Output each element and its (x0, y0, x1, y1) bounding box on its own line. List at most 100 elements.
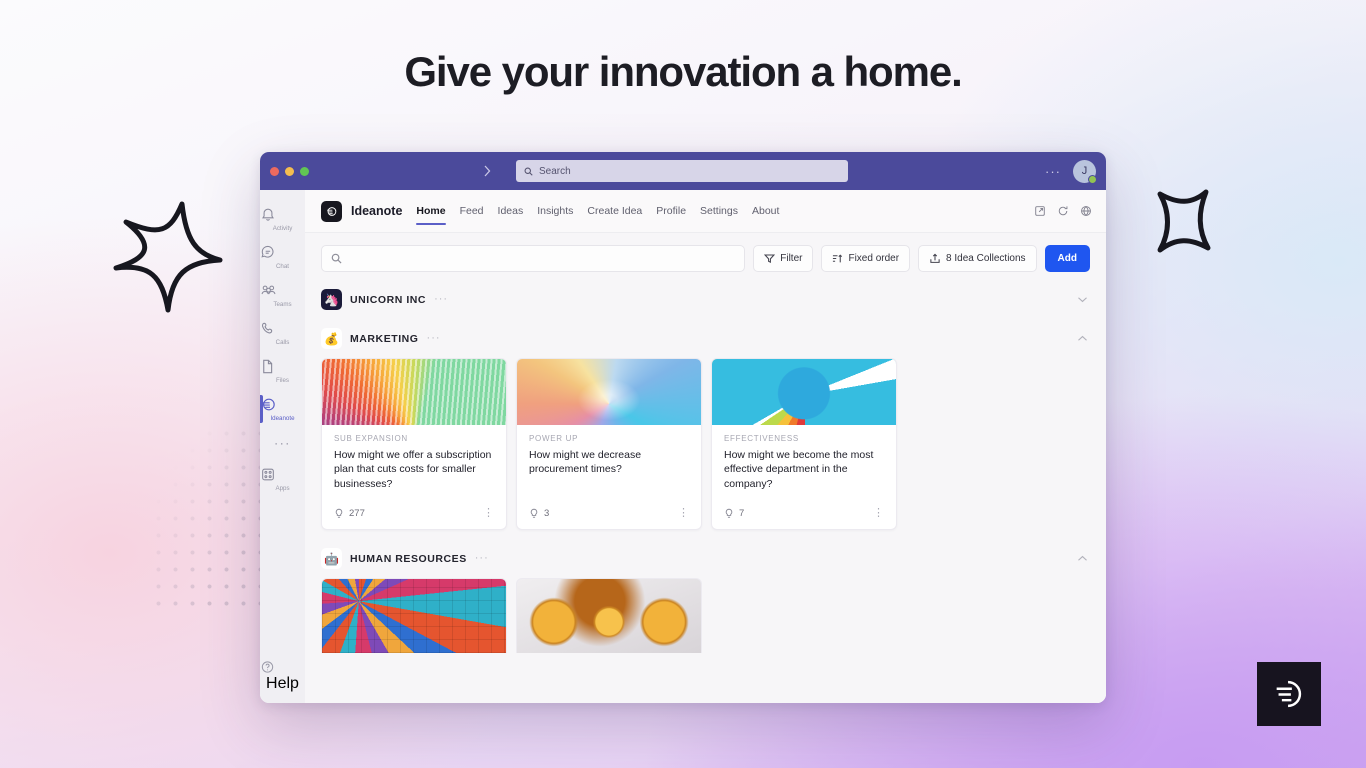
page-headline: Give your innovation a home. (404, 48, 962, 95)
filter-label: Filter (780, 253, 803, 264)
card-footer: 7 ⋮ (712, 499, 896, 529)
sidebar-label-files: Files (275, 377, 290, 384)
nav-arrows: chevron-left-icon (465, 165, 492, 177)
sidebar-item-help[interactable]: Help (260, 659, 305, 693)
sidebar-item-calls[interactable]: Calls (260, 313, 305, 351)
ideas-search-input[interactable] (321, 245, 746, 272)
card-thumbnail-winding-path (517, 359, 701, 425)
card-count-value: 277 (349, 508, 365, 520)
card-menu-icon[interactable]: ⋮ (678, 508, 689, 519)
card-idea-count: 3 (529, 508, 549, 519)
minimize-window-button[interactable] (285, 166, 294, 176)
filter-button[interactable]: Filter (753, 245, 814, 272)
tab-profile[interactable]: Profile (656, 190, 686, 232)
section-marketing[interactable]: 💰 MARKETING ··· (321, 328, 1090, 349)
app-content: Ideanote Home Feed Ideas Insights Create… (305, 190, 1106, 703)
tab-ideas[interactable]: Ideas (498, 190, 524, 232)
sidebar-label-activity: Activity (272, 225, 293, 232)
section-human-resources[interactable]: 🤖 HUMAN RESOURCES ··· (321, 548, 1090, 570)
app-name: Ideanote (351, 204, 403, 218)
card-thumbnail-people-collage[interactable] (321, 578, 507, 654)
global-search-placeholder: Search (539, 165, 571, 177)
unicorn-icon: 🦄 (321, 289, 342, 310)
app-header-icons (1034, 205, 1092, 217)
sort-button[interactable]: Fixed order (821, 245, 911, 272)
app-window: chevron-left-icon Search ··· J (260, 152, 1106, 703)
card-title: How might we become the most effective d… (724, 449, 874, 490)
star-decoration-left (108, 188, 226, 318)
lightbulb-icon (725, 508, 733, 518)
app-header: Ideanote Home Feed Ideas Insights Create… (305, 190, 1106, 232)
collections-label: 8 Idea Collections (946, 253, 1026, 264)
apps-icon (260, 466, 305, 483)
tab-feed[interactable]: Feed (460, 190, 484, 232)
close-window-button[interactable] (270, 166, 279, 176)
ideas-pane: Filter Fixed order 8 Idea Collections Ad… (305, 232, 1106, 703)
chevron-down-icon[interactable] (1077, 296, 1088, 303)
sidebar-more-icon[interactable]: ··· (274, 427, 291, 459)
bell-icon (260, 206, 305, 223)
card-idea-count: 277 (334, 508, 365, 519)
sidebar-item-files[interactable]: Files (260, 351, 305, 389)
lightbulb-icon (335, 508, 343, 518)
section-menu-icon-unicorn-inc[interactable]: ··· (434, 294, 448, 305)
tab-insights[interactable]: Insights (537, 190, 573, 232)
chevron-up-icon[interactable] (1077, 335, 1088, 342)
global-search-input[interactable]: Search (516, 160, 848, 182)
card-footer: 277 ⋮ (322, 499, 506, 529)
window-body: Activity Chat Teams Calls Files Ideanote… (260, 190, 1106, 703)
card-menu-icon[interactable]: ⋮ (873, 508, 884, 519)
brand-logo-badge (1257, 662, 1321, 726)
popout-icon[interactable] (1034, 205, 1046, 217)
card-thumbnail-gold-coins[interactable] (516, 578, 702, 654)
sidebar-item-activity[interactable]: Activity (260, 199, 305, 237)
card-thumbnail-rainbow-fan (322, 359, 506, 425)
globe-icon[interactable] (1080, 205, 1092, 217)
add-button[interactable]: Add (1044, 245, 1090, 272)
maximize-window-button[interactable] (300, 166, 309, 176)
idea-card-list: SUB EXPANSION How might we offer a subsc… (321, 358, 1090, 531)
sidebar-item-teams[interactable]: Teams (260, 275, 305, 313)
ideanote-logo-icon (1276, 680, 1302, 708)
avatar[interactable]: J (1073, 159, 1097, 184)
phone-icon (260, 320, 305, 337)
section-title-unicorn-inc: UNICORN INC (350, 293, 427, 306)
sort-icon (833, 254, 843, 263)
titlebar-more-icon[interactable]: ··· (1045, 165, 1061, 178)
refresh-icon[interactable] (1057, 205, 1069, 217)
tab-home[interactable]: Home (416, 190, 446, 232)
section-menu-icon-marketing[interactable]: ··· (427, 333, 441, 344)
idea-card[interactable]: EFFECTIVENESS How might we become the mo… (711, 358, 897, 531)
tab-about[interactable]: About (752, 190, 779, 232)
card-count-value: 3 (544, 508, 550, 520)
sidebar-item-apps[interactable]: Apps (260, 459, 305, 497)
card-body: EFFECTIVENESS How might we become the mo… (712, 425, 896, 491)
card-title: How might we offer a subscription plan t… (334, 449, 492, 490)
card-kicker: POWER UP (529, 434, 579, 443)
ideanote-logo-icon (321, 200, 342, 222)
sidebar-label-ideanote: Ideanote (270, 415, 295, 422)
search-icon (524, 167, 533, 176)
card-menu-icon[interactable]: ⋮ (483, 508, 494, 519)
add-label: Add (1057, 253, 1077, 264)
sidebar-item-ideanote[interactable]: Ideanote (260, 389, 305, 427)
file-icon (260, 358, 305, 375)
star-decoration-right (1148, 182, 1218, 268)
card-body: POWER UP How might we decrease procureme… (517, 425, 701, 491)
chevron-up-icon[interactable] (1077, 555, 1088, 562)
idea-card[interactable]: SUB EXPANSION How might we offer a subsc… (321, 358, 507, 531)
tab-create-idea[interactable]: Create Idea (587, 190, 642, 232)
titlebar-right: ··· J (1045, 159, 1097, 184)
window-titlebar: chevron-left-icon Search ··· J (260, 152, 1106, 190)
search-icon (331, 253, 342, 264)
teams-icon (260, 282, 305, 299)
section-menu-icon-human-resources[interactable]: ··· (475, 553, 489, 564)
section-unicorn-inc[interactable]: 🦄 UNICORN INC ··· (321, 289, 1090, 310)
tab-settings[interactable]: Settings (700, 190, 738, 232)
forward-icon[interactable] (482, 165, 492, 177)
idea-card[interactable]: POWER UP How might we decrease procureme… (516, 358, 702, 531)
sidebar-label-help: Help (266, 675, 299, 692)
card-kicker: SUB EXPANSION (334, 434, 408, 443)
collections-button[interactable]: 8 Idea Collections (918, 245, 1037, 272)
sidebar-item-chat[interactable]: Chat (260, 237, 305, 275)
